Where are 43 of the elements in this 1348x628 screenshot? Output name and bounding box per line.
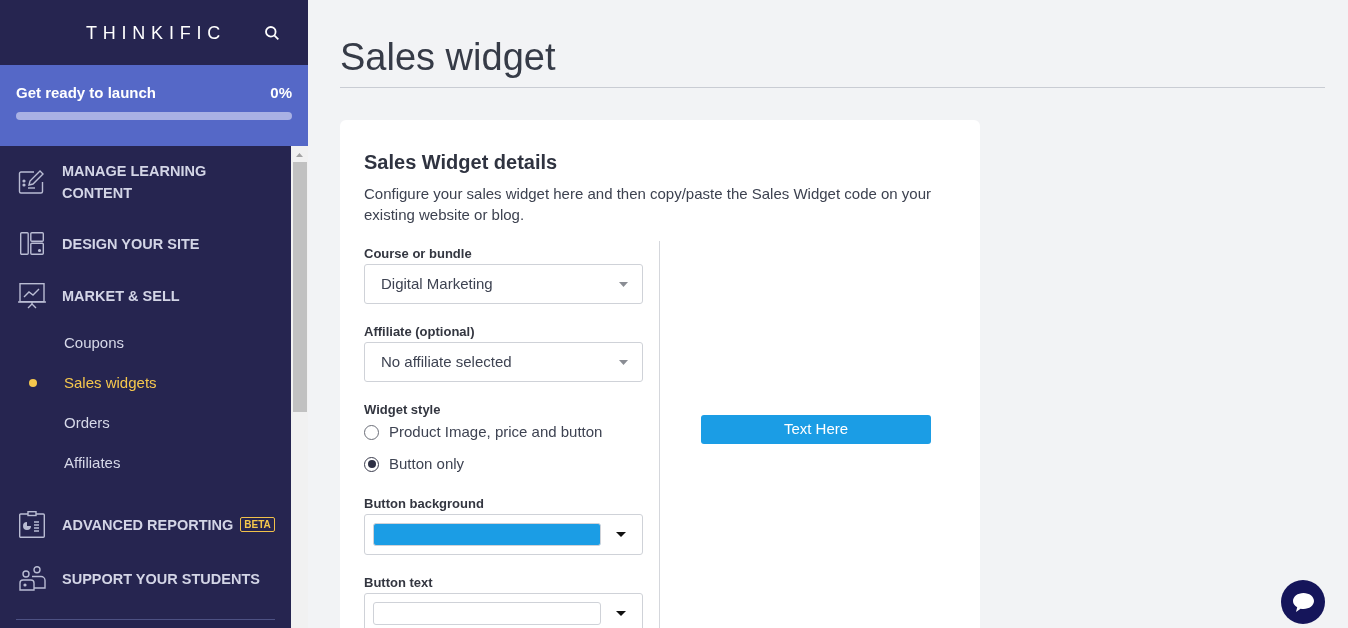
- speech-bubble-icon: [1292, 592, 1314, 612]
- color-picker[interactable]: [364, 593, 643, 628]
- nav-link[interactable]: Coupons: [64, 333, 125, 353]
- color-picker[interactable]: [364, 514, 643, 555]
- page-title: Sales widget: [340, 35, 557, 80]
- card-description: Configure your sales widget here and then copy/paste the Sales Widget code on your existing website or blog.: [364, 184, 932, 225]
- layout-icon: [20, 232, 44, 255]
- select-field[interactable]: No affiliate selected: [364, 342, 643, 382]
- field-label: Button text: [364, 575, 433, 591]
- beta-badge: BETA: [240, 516, 275, 532]
- nav-link[interactable]: Affiliates: [64, 453, 121, 473]
- nav-section[interactable]: MARKET & SELL: [18, 283, 180, 309]
- launch-label: Get ready to launch: [16, 83, 157, 103]
- launch-percent: 0%: [270, 83, 292, 103]
- nav-link[interactable]: Orders: [64, 413, 110, 433]
- launch-progress-panel[interactable]: Get ready to launch 0%: [0, 65, 308, 146]
- select-field[interactable]: Digital Marketing: [364, 264, 643, 304]
- people-icon: [18, 566, 46, 591]
- nav-section[interactable]: DESIGN YOUR SITE: [18, 232, 200, 255]
- caret-icon: [619, 281, 628, 287]
- field-label: Affiliate (optional): [364, 324, 475, 340]
- nav-section[interactable]: MANAGE LEARNING CONTENT: [18, 160, 268, 204]
- clipboard-chart-icon: [19, 511, 45, 538]
- pencil-board-icon: [18, 169, 46, 195]
- bullet-icon: [29, 379, 37, 387]
- chat-button[interactable]: [1281, 580, 1325, 624]
- field-label: Course or bundle: [364, 246, 472, 262]
- radio-option[interactable]: Product Image, price and button: [364, 420, 603, 444]
- nav-link[interactable]: Sales widgets: [64, 373, 157, 393]
- logo-text: THINKIFIC: [85, 21, 226, 44]
- radio-option[interactable]: Button only: [364, 452, 465, 476]
- caret-icon: [619, 359, 628, 365]
- chart-board-icon: [18, 283, 46, 309]
- caret-icon: [616, 611, 626, 616]
- search-icon[interactable]: [265, 25, 279, 40]
- scrollbar-thumb[interactable]: [292, 162, 307, 412]
- card-title: Sales Widget details: [364, 150, 559, 174]
- caret-icon: [616, 532, 626, 537]
- nav-section[interactable]: ADVANCED REPORTING BETA: [18, 511, 275, 538]
- nav-section[interactable]: SUPPORT YOUR STUDENTS: [18, 566, 260, 591]
- field-label: Widget style: [364, 402, 441, 418]
- scroll-up-arrow-icon[interactable]: [296, 153, 303, 157]
- field-label: Button background: [364, 496, 484, 512]
